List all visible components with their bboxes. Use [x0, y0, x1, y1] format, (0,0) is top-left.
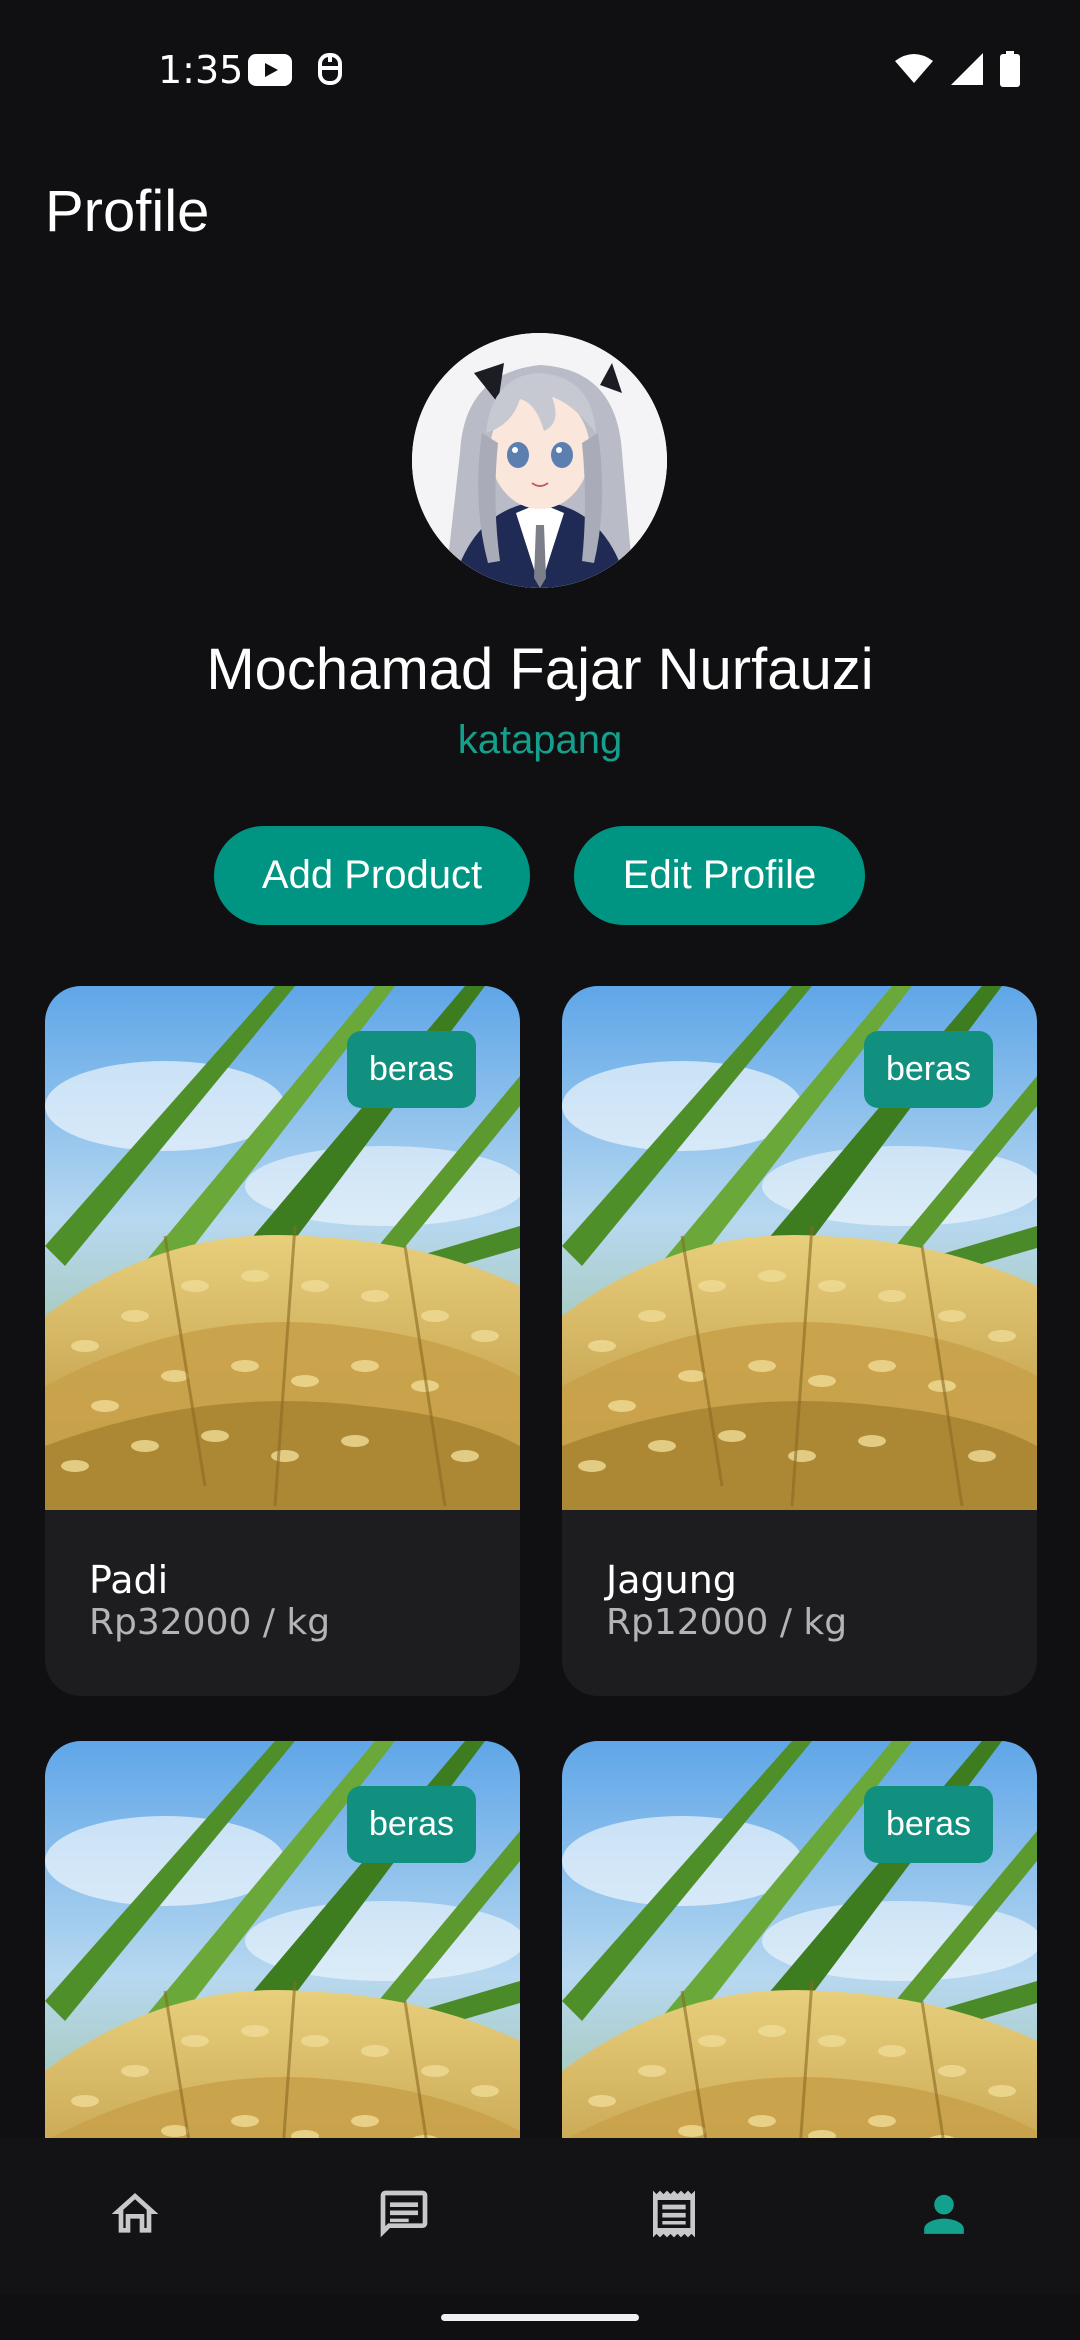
category-badge: beras: [347, 1786, 476, 1863]
product-card[interactable]: beras Jagung Rp12000 / kg: [562, 986, 1037, 1696]
nav-profile[interactable]: [908, 2178, 980, 2250]
bottom-navigation: [0, 2138, 1080, 2294]
nav-orders[interactable]: [638, 2178, 710, 2250]
category-badge: beras: [347, 1031, 476, 1108]
chat-icon: [380, 2190, 428, 2238]
product-grid: beras Padi Rp32000 / kg beras Jagung Rp1…: [0, 0, 1080, 2140]
product-price: Rp12000 / kg: [606, 1602, 848, 1643]
category-badge: beras: [864, 1031, 993, 1108]
product-card[interactable]: beras: [45, 1741, 520, 2140]
receipt-icon: [653, 2190, 695, 2238]
product-name: Padi: [89, 1558, 169, 1602]
home-indicator: [441, 2314, 639, 2321]
home-icon: [111, 2193, 159, 2233]
category-badge: beras: [864, 1786, 993, 1863]
product-card[interactable]: beras: [562, 1741, 1037, 2140]
profile-screen: 1:35 Profile Mochamad Fajar Nurfauzi kat…: [0, 0, 1080, 2340]
product-card[interactable]: beras Padi Rp32000 / kg: [45, 986, 520, 1696]
nav-home[interactable]: [99, 2178, 171, 2250]
product-name: Jagung: [606, 1558, 737, 1602]
product-price: Rp32000 / kg: [89, 1602, 331, 1643]
person-icon: [924, 2194, 964, 2234]
nav-chat[interactable]: [368, 2178, 440, 2250]
